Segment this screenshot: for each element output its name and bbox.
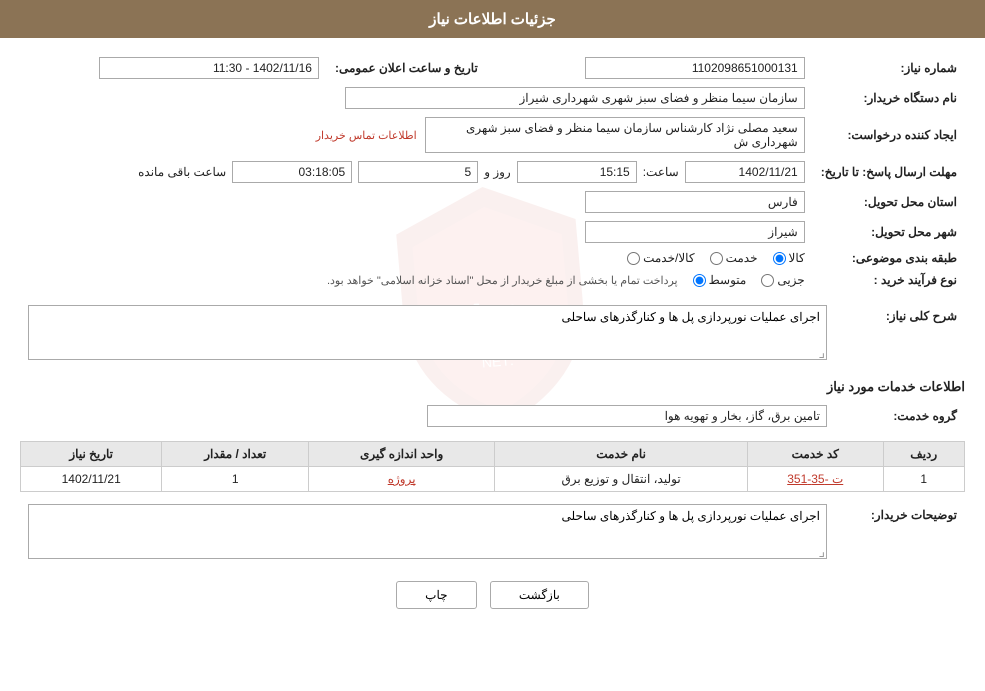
creator-box: سعید مصلی نژاد کارشناس سازمان سیما منظر … — [425, 117, 805, 153]
creator-value: سعید مصلی نژاد کارشناس سازمان سیما منظر … — [20, 113, 813, 157]
days-value: 5 — [358, 161, 478, 183]
kala-radio[interactable] — [773, 252, 786, 265]
print-button[interactable]: چاپ — [396, 581, 476, 609]
col-count: تعداد / مقدار — [162, 442, 309, 467]
col-name: نام خدمت — [495, 442, 748, 467]
button-row: بازگشت چاپ — [20, 581, 965, 609]
buyerOrg-box: سازمان سیما منظر و فضای سبز شهری شهرداری… — [345, 87, 805, 109]
page-title: جزئیات اطلاعات نیاز — [429, 11, 556, 28]
process-jozee[interactable]: جزیی — [761, 273, 804, 287]
cell-code: ت -35-351 — [747, 467, 883, 492]
cell-row: 1 — [883, 467, 964, 492]
cell-unit[interactable]: پروژه — [309, 467, 495, 492]
back-button[interactable]: بازگشت — [490, 581, 589, 609]
table-row: 1 ت -35-351 تولید، انتقال و توزیع برق پر… — [21, 467, 965, 492]
contact-link[interactable]: اطلاعات تماس خریدار — [316, 129, 417, 142]
kala-khadamat-radio[interactable] — [627, 252, 640, 265]
col-code: کد خدمت — [747, 442, 883, 467]
khadamat-radio[interactable] — [710, 252, 723, 265]
remaining-time: 03:18:05 — [232, 161, 352, 183]
description-textarea[interactable] — [28, 305, 827, 360]
category-khadamat[interactable]: خدمت — [710, 251, 758, 265]
serviceGroup-label: گروه خدمت: — [835, 401, 965, 431]
jozee-label: جزیی — [777, 273, 804, 287]
sendDeadline-label: مهلت ارسال پاسخ: تا تاریخ: — [813, 157, 965, 187]
kala-khadamat-label: کالا/خدمت — [643, 251, 694, 265]
cell-date: 1402/11/21 — [21, 467, 162, 492]
col-row: ردیف — [883, 442, 964, 467]
description-label: شرح کلی نیاز: — [835, 301, 965, 367]
time-label: ساعت: — [643, 165, 679, 179]
needNumber-box: 1102098651000131 — [585, 57, 805, 79]
creator-label: ایجاد کننده درخواست: — [813, 113, 965, 157]
process-radio-group: جزیی متوسط — [693, 273, 805, 287]
needNumber-value: 1102098651000131 — [506, 53, 813, 83]
page-header: جزئیات اطلاعات نیاز — [0, 0, 985, 38]
processType-label: نوع فرآیند خرید : — [813, 269, 965, 291]
buyerOrg-label: نام دستگاه خریدار: — [813, 83, 965, 113]
needNumber-label: شماره نیاز: — [813, 53, 965, 83]
buyer-description-textarea[interactable] — [28, 504, 827, 559]
cell-name: تولید، انتقال و توزیع برق — [495, 467, 748, 492]
buyerOrg-value: سازمان سیما منظر و فضای سبز شهری شهرداری… — [20, 83, 813, 113]
city-label: شهر محل تحویل: — [813, 217, 965, 247]
motevaset-radio[interactable] — [693, 274, 706, 287]
category-kala-khadamat[interactable]: کالا/خدمت — [627, 251, 694, 265]
khadamat-label: خدمت — [726, 251, 758, 265]
jozee-radio[interactable] — [761, 274, 774, 287]
announcement-box: 1402/11/16 - 11:30 — [99, 57, 319, 79]
buyer-description-label: توضیحات خریدار: — [835, 500, 965, 566]
resize-corner2: ⌟ — [818, 543, 825, 560]
process-note: پرداخت تمام یا بخشی از مبلغ خریدار از مح… — [327, 274, 678, 287]
day-label: روز و — [484, 165, 511, 179]
province-label: استان محل تحویل: — [813, 187, 965, 217]
category-label: طبقه بندی موضوعی: — [813, 247, 965, 269]
announcement-label: تاریخ و ساعت اعلان عمومی: — [327, 53, 486, 83]
resize-corner: ⌟ — [818, 344, 825, 361]
province-value: فارس — [585, 191, 805, 213]
col-unit: واحد اندازه گیری — [309, 442, 495, 467]
category-kala[interactable]: کالا — [773, 251, 805, 265]
serviceGroup-value: تامین برق، گاز، بخار و تهویه هوا — [427, 405, 827, 427]
col-date: تاریخ نیاز — [21, 442, 162, 467]
city-value: شیراز — [585, 221, 805, 243]
deadline-date: 1402/11/21 — [685, 161, 805, 183]
cell-count: 1 — [162, 467, 309, 492]
category-radio-group: کالا خدمت کالا/خدمت — [28, 251, 805, 265]
remaining-label: ساعت باقی مانده — [138, 165, 226, 179]
deadline-time: 15:15 — [517, 161, 637, 183]
kala-label: کالا — [789, 251, 805, 265]
process-motevaset[interactable]: متوسط — [693, 273, 747, 287]
services-section-title: اطلاعات خدمات مورد نیاز — [20, 379, 965, 395]
motevaset-label: متوسط — [709, 273, 747, 287]
announcement-value: 1402/11/16 - 11:30 — [20, 53, 327, 83]
sendDeadline-row: 1402/11/21 ساعت: 15:15 روز و 5 03:18:05 … — [20, 157, 813, 187]
